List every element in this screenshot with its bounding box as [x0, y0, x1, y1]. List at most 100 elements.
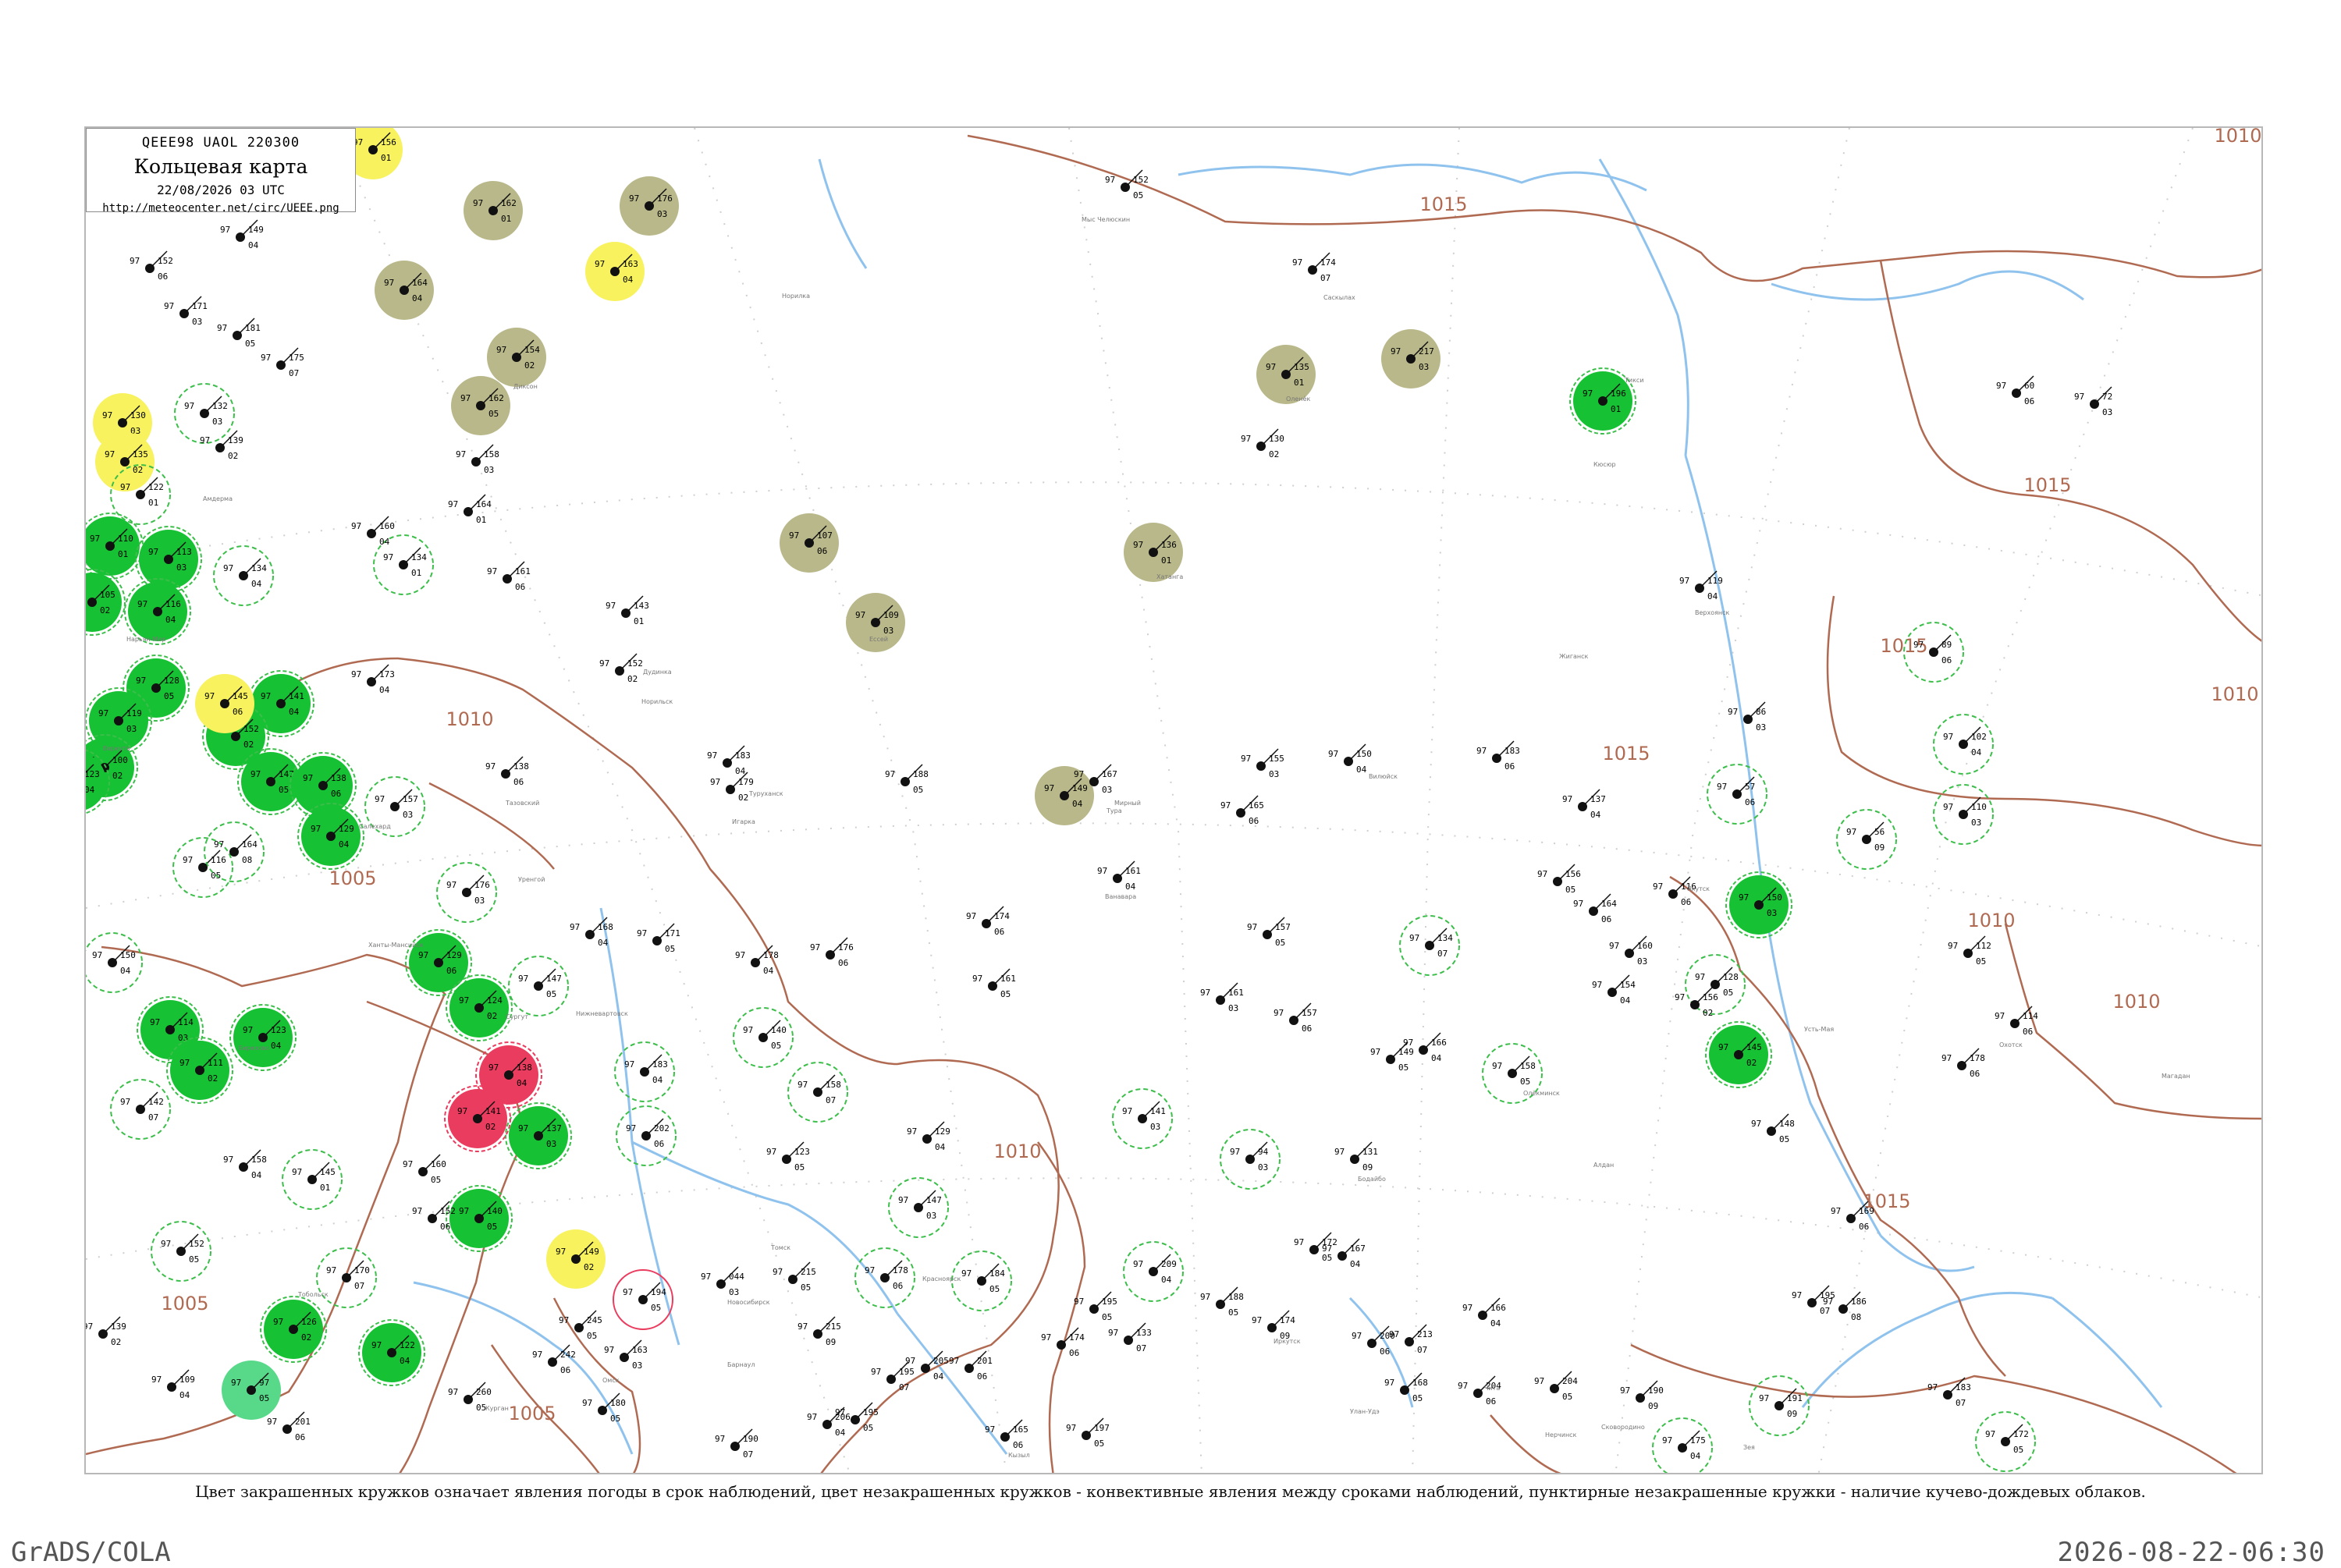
station-marker[interactable]: 169 97 06	[1831, 1201, 1874, 1232]
station-marker[interactable]: 145 97 02	[1705, 1021, 1772, 1088]
station-marker[interactable]: 147 97 05	[508, 956, 569, 1016]
station-marker[interactable]: 72 97 03	[2074, 386, 2112, 417]
station-marker[interactable]: 158 97 04	[223, 1149, 267, 1180]
station-marker[interactable]: 137 97 03	[505, 1102, 572, 1169]
station-marker[interactable]: 56 97 09	[1836, 809, 1897, 870]
station-marker[interactable]: 176 97 03	[620, 176, 679, 236]
station-marker[interactable]: 142 97 07	[110, 1079, 171, 1140]
station-marker[interactable]: 183 97 07	[1927, 1377, 1971, 1408]
station-marker[interactable]: 164 97 01	[448, 494, 492, 525]
station-marker[interactable]: 154 97 04	[1592, 974, 1636, 1006]
station-marker[interactable]: 158 97 07	[787, 1062, 848, 1123]
station-marker[interactable]: 179 97 02	[710, 772, 754, 803]
station-marker[interactable]: 195 97 07	[871, 1361, 915, 1392]
station-marker[interactable]: 157 97 05	[1247, 917, 1291, 948]
station-marker[interactable]: 164 97 04	[375, 261, 434, 320]
station-marker[interactable]: 113 97 03	[135, 526, 202, 593]
station-marker[interactable]: 112 97 05	[1948, 935, 1991, 967]
station-marker[interactable]: 161 97 03	[1200, 982, 1244, 1013]
station-marker[interactable]: 126 97 02	[260, 1296, 327, 1363]
station-marker[interactable]: 124 97 02	[446, 974, 513, 1041]
station-marker[interactable]: 188 97 05	[1200, 1286, 1244, 1318]
station-marker[interactable]: 116 97 04	[124, 578, 191, 645]
station-marker[interactable]: 139 97 02	[86, 1316, 126, 1347]
station-marker[interactable]: 60 97 06	[1996, 375, 2034, 406]
station-marker[interactable]: 2139707	[1389, 1324, 1433, 1355]
station-marker[interactable]: 157 97 06	[1274, 1002, 1317, 1034]
station-marker[interactable]: 168 97 05	[1384, 1372, 1428, 1403]
station-marker[interactable]: 166 97 04	[1462, 1297, 1506, 1329]
station-marker[interactable]: 195 97 05	[1074, 1291, 1117, 1322]
station-marker[interactable]: 174 97 06	[1041, 1327, 1085, 1358]
station-marker[interactable]: 162 97 01	[464, 181, 523, 240]
station-marker[interactable]: 107 97 06	[780, 513, 839, 573]
station-marker[interactable]: 140 97 05	[733, 1007, 794, 1068]
station-marker[interactable]: 176 97 06	[810, 937, 854, 968]
station-marker[interactable]: 242 97 06	[532, 1344, 576, 1375]
station-marker[interactable]: 161 97 04	[1097, 860, 1141, 892]
station-marker[interactable]: 178 97 06	[1941, 1048, 1985, 1079]
station-marker[interactable]: 109 97 04	[151, 1369, 195, 1400]
station-marker[interactable]: 155 97 03	[1241, 748, 1284, 779]
station-marker[interactable]: 173 97 04	[351, 664, 395, 695]
station-marker[interactable]: 152 97 06	[412, 1201, 456, 1232]
station-marker[interactable]: 145 97 06	[195, 674, 254, 733]
station-marker[interactable]: 134 97 04	[213, 545, 274, 606]
station-marker[interactable]: 129 97 04	[907, 1121, 950, 1152]
station-marker[interactable]: 86 97 03	[1728, 701, 1766, 733]
station-marker[interactable]: 170 97 07	[316, 1247, 377, 1308]
station-marker[interactable]: 190 97 07	[715, 1428, 758, 1460]
station-marker[interactable]: 134 97 07	[1399, 915, 1460, 976]
station-marker[interactable]: 131 97 09	[1334, 1141, 1378, 1172]
station-marker[interactable]: 178 97 04	[735, 945, 779, 976]
station-marker[interactable]: 201 97 06	[949, 1350, 993, 1382]
station-marker[interactable]: 209 97 04	[1123, 1241, 1184, 1302]
station-marker[interactable]: 204 97 05	[1534, 1371, 1578, 1402]
station-marker[interactable]: 163 97 04	[585, 242, 645, 301]
station-marker[interactable]: 1329703	[174, 383, 235, 444]
station-marker[interactable]: 1059702	[86, 569, 126, 636]
station-marker[interactable]: 175 97 07	[261, 347, 304, 378]
station-marker[interactable]: 150 97 04	[1328, 743, 1372, 775]
legend-url[interactable]: http://meteocenter.net/circ/UEEE.png	[87, 202, 355, 215]
station-marker[interactable]: 119 97 04	[1679, 570, 1723, 601]
station-marker[interactable]: 149 97 02	[546, 1229, 606, 1289]
station-marker[interactable]: 172 97 05	[1975, 1411, 2036, 1472]
station-marker[interactable]: 161 97 05	[972, 968, 1016, 999]
station-marker[interactable]: 150 97 03	[1725, 871, 1792, 938]
station-marker[interactable]: 141 97 03	[1112, 1088, 1173, 1149]
station-marker[interactable]: 217 97 03	[1381, 329, 1440, 388]
station-marker[interactable]: 171 97 03	[164, 296, 208, 327]
station-marker[interactable]: 150 97 04	[86, 932, 143, 993]
station-marker[interactable]: 156 97 05	[1537, 864, 1581, 895]
station-marker[interactable]: 148 97 05	[1751, 1113, 1795, 1144]
station-marker[interactable]: 97 97 05	[222, 1360, 281, 1420]
station-marker[interactable]: 152 97 05	[151, 1221, 211, 1282]
station-marker[interactable]: 161 97 06	[487, 561, 531, 592]
station-marker[interactable]: 176 97 03	[436, 862, 497, 923]
station-marker[interactable]: 154 97 02	[487, 328, 546, 387]
station-marker[interactable]: 130 97 02	[1241, 428, 1284, 459]
station-marker[interactable]: 94 97 03	[1220, 1129, 1281, 1190]
station-marker[interactable]: 139 97 02	[200, 430, 243, 461]
station-marker[interactable]: 109 97 03	[846, 593, 905, 652]
station-marker[interactable]: 044 97 03	[701, 1266, 744, 1297]
station-marker[interactable]: 145 97 01	[282, 1149, 343, 1210]
station-marker[interactable]: 162 97 05	[451, 376, 510, 435]
station-marker[interactable]: 149 97 04	[220, 219, 264, 250]
station-marker[interactable]: 194 97 05	[613, 1269, 673, 1330]
station-marker[interactable]: 57 97 06	[1707, 764, 1767, 825]
station-marker[interactable]: 123 97 05	[766, 1141, 810, 1172]
station-marker[interactable]: 129 97 04	[297, 803, 364, 870]
station-marker[interactable]: 197 97 05	[1066, 1417, 1110, 1449]
station-marker[interactable]: 152 97 02	[599, 653, 643, 684]
station-marker[interactable]: 156 97 02	[1675, 987, 1718, 1018]
station-marker[interactable]: 123 97 04	[229, 1004, 297, 1071]
station-marker[interactable]: 137 97 04	[1562, 789, 1606, 820]
station-marker[interactable]: 200 97 06	[1352, 1325, 1395, 1357]
station-marker[interactable]: 1749709	[1252, 1310, 1295, 1341]
station-marker[interactable]: 215 97 09	[798, 1316, 841, 1347]
station-marker[interactable]: 171 97 05	[637, 923, 680, 954]
station-marker[interactable]: 160 97 03	[1609, 935, 1653, 967]
station-marker[interactable]: 245 97 05	[559, 1310, 602, 1341]
